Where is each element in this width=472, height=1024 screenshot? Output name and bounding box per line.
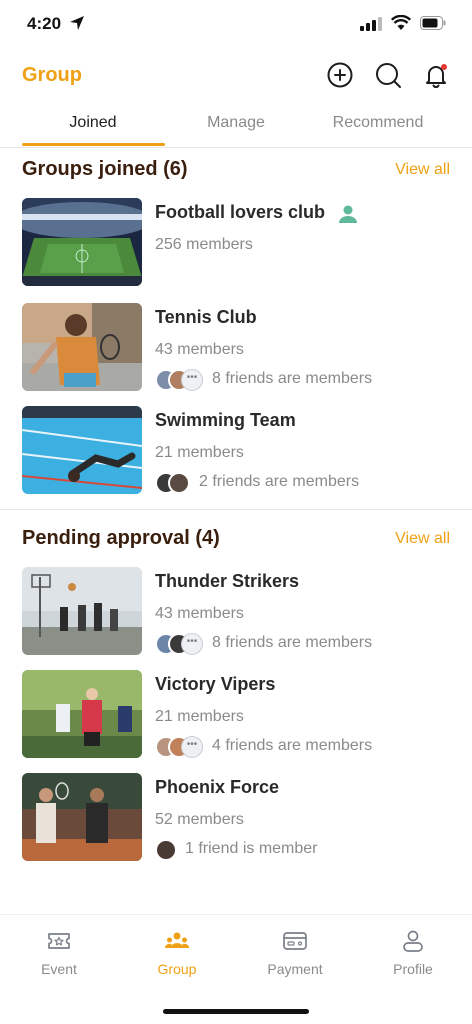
group-card-swimming[interactable]: Swimming Team 21 members 2 friends are m…: [22, 406, 452, 496]
section-title: Pending approval (4): [22, 527, 220, 549]
group-thumbnail: [22, 567, 142, 655]
battery-icon: [420, 16, 446, 30]
view-all-joined-link[interactable]: View all: [395, 161, 450, 179]
group-thumbnail: [22, 303, 142, 391]
section-title: Groups joined (6): [22, 158, 188, 180]
notifications-button[interactable]: [421, 60, 451, 90]
friends-text: 2 friends are members: [199, 473, 360, 490]
group-name: Swimming Team: [155, 410, 296, 430]
ticket-icon: [48, 933, 70, 949]
tab-bar: Joined Manage Recommend: [0, 110, 472, 148]
member-count: 52 members: [155, 811, 244, 828]
groups-joined-header: Groups joined (6) View all: [22, 158, 450, 188]
bottom-navigation: Event Group Payment Profile: [0, 914, 472, 1024]
plus-circle-icon: [327, 62, 353, 88]
header: Group: [0, 56, 472, 96]
tab-manage[interactable]: Manage: [165, 114, 307, 132]
group-name: Football lovers club: [155, 202, 326, 222]
wifi-icon: [391, 15, 411, 30]
card-icon: [283, 932, 307, 950]
group-card-thunder-strikers[interactable]: Thunder Strikers 43 members ••• 8 friend…: [22, 567, 452, 657]
group-icon: [164, 932, 190, 948]
group-name: Tennis Club: [155, 307, 257, 327]
more-avatars-icon: •••: [181, 369, 203, 391]
group-card-tennis[interactable]: Tennis Club 43 members ••• 8 friends are…: [22, 303, 452, 393]
group-thumbnail: [22, 670, 142, 758]
member-count: 256 members: [155, 236, 253, 253]
section-divider: [0, 509, 472, 510]
more-avatars-icon: •••: [181, 633, 203, 655]
nav-label: Event: [41, 961, 77, 977]
group-thumbnail: [22, 406, 142, 494]
nav-label: Group: [157, 961, 197, 977]
group-name: Phoenix Force: [155, 777, 280, 797]
cellular-signal-icon: [360, 17, 382, 31]
nav-item-payment[interactable]: Payment: [236, 927, 354, 983]
friends-text: 8 friends are members: [212, 634, 373, 651]
tab-recommend[interactable]: Recommend: [307, 114, 449, 132]
active-tab-indicator: [22, 143, 165, 146]
bell-icon: [426, 64, 447, 88]
group-thumbnail: [22, 773, 142, 861]
profile-icon: [403, 930, 423, 952]
avatar: [155, 839, 177, 861]
search-button[interactable]: [373, 60, 403, 90]
group-card-football[interactable]: Football lovers club 256 members: [22, 198, 452, 288]
friends-text: 1 friend is member: [185, 840, 318, 857]
member-count: 43 members: [155, 605, 244, 622]
nav-label: Payment: [267, 961, 323, 977]
pending-approval-header: Pending approval (4) View all: [22, 527, 450, 557]
friends-text: 8 friends are members: [212, 370, 373, 387]
avatar: [168, 472, 190, 494]
member-count: 43 members: [155, 341, 244, 358]
more-avatars-icon: •••: [181, 736, 203, 758]
group-name: Thunder Strikers: [155, 571, 300, 591]
member-count: 21 members: [155, 708, 244, 725]
page-title: Group: [22, 64, 82, 86]
group-card-victory-vipers[interactable]: Victory Vipers 21 members ••• 4 friends …: [22, 670, 452, 760]
group-name: Victory Vipers: [155, 674, 276, 694]
location-arrow-icon: [70, 16, 84, 30]
status-time: 4:20: [27, 14, 62, 33]
nav-item-group[interactable]: Group: [118, 927, 236, 983]
nav-item-event[interactable]: Event: [0, 927, 118, 983]
tab-joined[interactable]: Joined: [22, 114, 164, 132]
view-all-pending-link[interactable]: View all: [395, 530, 450, 548]
search-icon: [376, 63, 401, 88]
nav-item-profile[interactable]: Profile: [354, 927, 472, 983]
nav-label: Profile: [393, 961, 433, 977]
create-group-button[interactable]: [325, 60, 355, 90]
friends-text: 4 friends are members: [212, 737, 373, 754]
status-bar: 4:20: [0, 0, 472, 48]
home-indicator: [163, 1009, 309, 1014]
person-icon: [339, 205, 357, 223]
group-thumbnail: [22, 198, 142, 286]
member-count: 21 members: [155, 444, 244, 461]
group-card-phoenix-force[interactable]: Phoenix Force 52 members 1 friend is mem…: [22, 773, 452, 863]
